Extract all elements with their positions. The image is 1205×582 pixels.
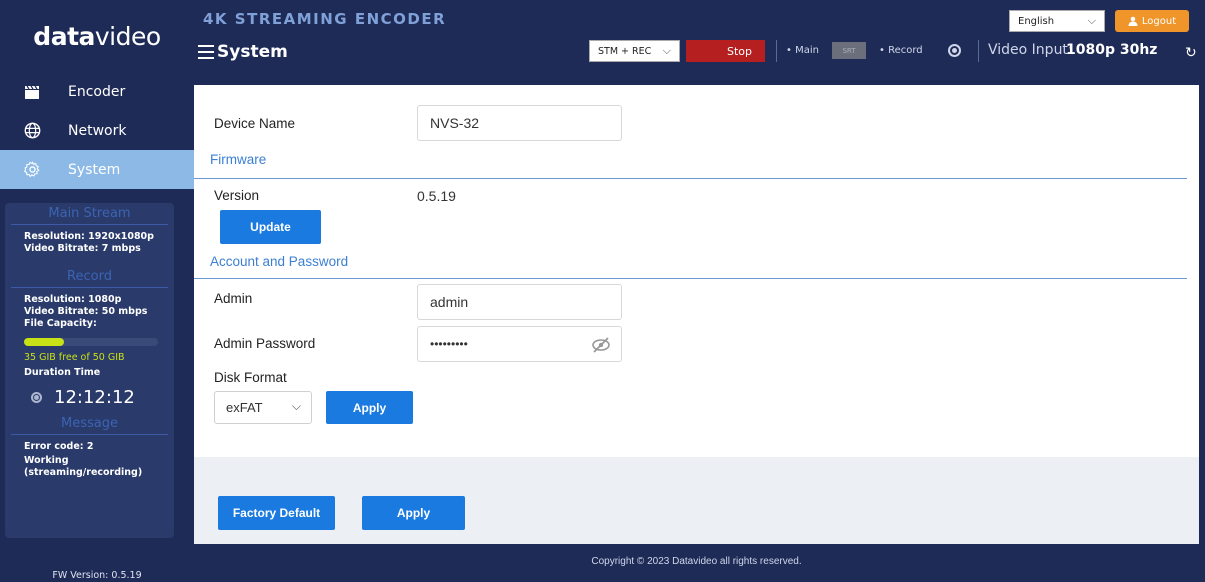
mode-value: STM + REC xyxy=(598,45,652,57)
main-resolution: Resolution: 1920x1080p xyxy=(24,231,154,242)
disk-format-value: exFAT xyxy=(226,400,263,415)
record-indicator-label: • Record xyxy=(879,45,923,56)
capacity-text: 35 GIB free of 50 GIB xyxy=(24,352,125,363)
refresh-icon[interactable]: ↻ xyxy=(1185,45,1197,61)
mode-select[interactable]: STM + REC ⌵ xyxy=(589,40,680,62)
action-bar: Factory Default Apply xyxy=(194,457,1199,544)
chevron-down-icon: ⌵ xyxy=(1087,14,1096,27)
capacity-bar xyxy=(24,338,158,346)
sidebar: data video Encoder Network System Main St… xyxy=(0,0,194,582)
page-title: System xyxy=(198,42,288,62)
sidebar-item-label: System xyxy=(68,161,121,178)
sidebar-item-label: Network xyxy=(68,122,127,139)
factory-default-button[interactable]: Factory Default xyxy=(218,496,335,530)
eye-slash-icon[interactable] xyxy=(591,336,611,354)
stop-button[interactable]: Stop xyxy=(686,40,765,62)
duration-timer: 12:12:12 xyxy=(5,387,174,408)
error-code: Error code: 2 xyxy=(24,441,94,452)
admin-password-value: ••••••••• xyxy=(430,337,468,351)
divider xyxy=(194,278,1187,279)
page-title-text: System xyxy=(217,42,288,62)
device-name-label: Device Name xyxy=(214,116,296,131)
stop-label: Stop xyxy=(726,44,752,58)
logo-bold: data xyxy=(33,21,95,51)
sidebar-item-network[interactable]: Network xyxy=(0,111,194,150)
copyright: Copyright © 2023 Datavideo all rights re… xyxy=(591,556,802,567)
video-input-value: 1080p 30hz xyxy=(1066,42,1158,58)
datavideo-logo: data video xyxy=(0,0,194,72)
record-status-icon xyxy=(31,392,42,403)
firmware-heading: Firmware xyxy=(210,152,267,167)
disk-format-select[interactable]: exFAT ⌵ xyxy=(214,391,312,424)
disk-format-apply-button[interactable]: Apply xyxy=(326,391,413,424)
admin-field[interactable]: admin xyxy=(417,284,622,320)
video-input-label: Video Input: xyxy=(988,42,1073,58)
sidebar-item-encoder[interactable]: Encoder xyxy=(0,72,194,111)
product-name: 4K STREAMING ENCODER xyxy=(203,10,447,28)
language-select[interactable]: English ⌵ xyxy=(1009,10,1105,32)
version-value: 0.5.19 xyxy=(417,188,456,204)
sidebar-item-system[interactable]: System xyxy=(0,150,194,189)
chevron-down-icon: ⌵ xyxy=(662,44,671,57)
language-value: English xyxy=(1018,15,1055,27)
user-icon xyxy=(1128,16,1138,26)
disk-format-label: Disk Format xyxy=(214,370,287,385)
record-bitrate: Video Bitrate: 50 mbps xyxy=(24,306,148,317)
admin-password-field[interactable]: ••••••••• xyxy=(417,326,622,362)
capacity-bar-fill xyxy=(24,338,65,346)
srt-badge: SRT xyxy=(832,42,866,59)
gear-icon xyxy=(22,161,42,178)
apply-button[interactable]: Apply xyxy=(362,496,465,530)
update-button[interactable]: Update xyxy=(220,210,321,244)
admin-label: Admin xyxy=(214,291,253,306)
system-settings-panel: Device Name NVS-32 Firmware Version 0.5.… xyxy=(194,85,1199,544)
working-detail: (streaming/recording) xyxy=(24,467,143,478)
version-label: Version xyxy=(214,188,260,203)
chevron-down-icon: ⌵ xyxy=(291,399,301,413)
main-stream-heading: Main Stream xyxy=(11,203,168,225)
clapperboard-icon xyxy=(22,84,42,100)
divider xyxy=(776,40,777,62)
duration-value: 12:12:12 xyxy=(54,387,135,408)
message-heading: Message xyxy=(11,413,168,435)
hamburger-menu-icon[interactable] xyxy=(198,45,214,59)
main-bitrate: Video Bitrate: 7 mbps xyxy=(24,243,141,254)
duration-label: Duration Time xyxy=(24,367,101,378)
account-heading: Account and Password xyxy=(210,254,349,269)
fw-version: FW Version: 0.5.19 xyxy=(52,570,142,581)
admin-password-label: Admin Password xyxy=(214,336,316,351)
logo-light: video xyxy=(94,21,161,51)
status-panel: Main Stream Resolution: 1920x1080p Video… xyxy=(5,203,174,538)
logout-button[interactable]: Logout xyxy=(1115,10,1189,32)
record-resolution: Resolution: 1080p xyxy=(24,294,122,305)
sidebar-item-label: Encoder xyxy=(68,83,126,100)
file-capacity-label: File Capacity: xyxy=(24,318,97,329)
record-indicator-icon xyxy=(948,44,961,57)
record-heading: Record xyxy=(11,266,168,288)
globe-icon xyxy=(22,122,42,139)
device-name-field[interactable]: NVS-32 xyxy=(417,105,622,141)
divider xyxy=(194,178,1187,179)
main-indicator-label: • Main xyxy=(786,45,819,56)
working-status: Working xyxy=(24,455,69,466)
divider xyxy=(978,40,979,62)
header: 4K STREAMING ENCODER System English ⌵ Lo… xyxy=(194,0,1205,78)
logout-label: Logout xyxy=(1141,15,1177,27)
